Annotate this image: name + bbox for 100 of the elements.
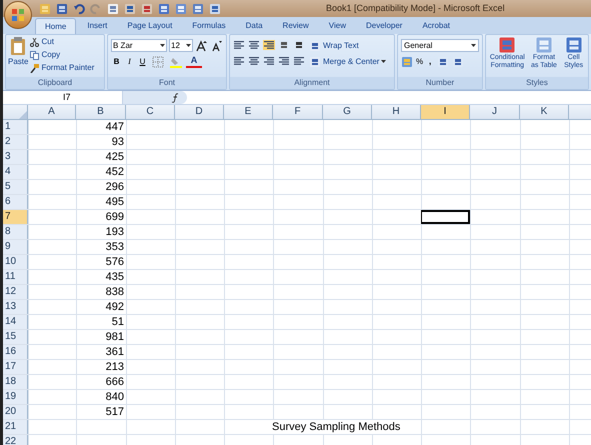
row-header[interactable]: 19: [3, 390, 28, 404]
number-format-dropdown[interactable]: General: [401, 39, 479, 52]
copy-button[interactable]: Copy: [30, 49, 94, 61]
function-icon[interactable]: [171, 92, 181, 102]
row-header[interactable]: 14: [3, 315, 28, 329]
row-header[interactable]: 3: [3, 150, 28, 164]
scissors-icon: [30, 38, 40, 46]
table-cell-text: 838: [104, 285, 125, 299]
column-header[interactable]: K: [520, 105, 569, 119]
row-header[interactable]: 11: [3, 270, 28, 284]
font-name-dropdown[interactable]: B Zar: [111, 39, 167, 52]
row-header[interactable]: 9: [3, 240, 28, 254]
column-header[interactable]: D: [175, 105, 224, 119]
row-header[interactable]: 16: [3, 345, 28, 359]
format-painter-button[interactable]: Format Painter: [30, 62, 94, 74]
table-cell-text: 435: [104, 270, 125, 284]
table-cell-text: 699: [104, 210, 125, 224]
font-size-dropdown[interactable]: 12: [169, 39, 193, 52]
table-cell-text: 447: [104, 120, 125, 134]
table-cell-text: 51: [110, 315, 125, 329]
ribbon-tab[interactable]: Insert: [78, 18, 116, 34]
group-label: Styles: [526, 79, 548, 87]
grow-font-icon[interactable]: [195, 39, 208, 52]
column-header[interactable]: B: [76, 105, 126, 119]
font-color-button[interactable]: A: [186, 55, 202, 68]
caret-icon: [160, 44, 165, 47]
underline-button[interactable]: U: [137, 55, 148, 68]
border-icon[interactable]: [150, 55, 166, 68]
bottom-align-icon[interactable]: [263, 40, 275, 50]
table-cell-text: 452: [104, 165, 125, 179]
table-cell-text: 840: [104, 390, 125, 404]
bold-button[interactable]: B: [111, 55, 122, 68]
group-label: Number: [426, 79, 454, 87]
row-header[interactable]: 18: [3, 375, 28, 389]
caret-icon: [186, 44, 191, 47]
row-header[interactable]: 17: [3, 360, 28, 374]
table-cell: Survey Sampling Methods: [272, 420, 400, 434]
row-header[interactable]: 15: [3, 330, 28, 344]
row-header[interactable]: 7: [3, 210, 28, 224]
row-header[interactable]: 22: [3, 435, 28, 445]
row-header[interactable]: 20: [3, 405, 28, 419]
table-cell-text: 213: [104, 360, 125, 374]
group-label: Font: [158, 79, 175, 87]
table-cell-text: 981: [104, 330, 125, 344]
paste-button[interactable]: Paste: [8, 36, 28, 66]
ribbon-tab[interactable]: Data: [236, 18, 272, 34]
align-left-icon[interactable]: [233, 56, 245, 66]
column-header[interactable]: I: [421, 105, 470, 119]
middle-align-icon[interactable]: [248, 40, 260, 50]
table-cell-text: 666: [104, 375, 125, 389]
align-right-icon[interactable]: [263, 56, 275, 66]
table-cell-text: 517: [104, 405, 125, 419]
triangle-icon: [19, 111, 27, 119]
center-icon[interactable]: [248, 56, 260, 66]
active-cell[interactable]: [421, 210, 470, 224]
clipboard-icon: [9, 36, 28, 56]
ribbon-tab[interactable]: Page Layout: [118, 18, 182, 34]
fill-color-icon[interactable]: [168, 55, 184, 68]
ribbon-tab[interactable]: Formulas: [183, 18, 235, 34]
table-cell-text: 93: [110, 135, 125, 149]
percent-button[interactable]: %: [416, 56, 424, 68]
table-cell-text: 361: [104, 345, 125, 359]
column-header[interactable]: G: [323, 105, 372, 119]
row-header[interactable]: 1: [3, 120, 28, 134]
italic-button[interactable]: I: [124, 55, 135, 68]
row-header[interactable]: 6: [3, 195, 28, 209]
row-header[interactable]: 13: [3, 300, 28, 314]
column-header[interactable]: J: [470, 105, 520, 119]
wrap-text-button[interactable]: Wrap Text: [309, 39, 386, 52]
row-header[interactable]: 8: [3, 225, 28, 239]
top-align-icon[interactable]: [233, 40, 245, 50]
row-header[interactable]: 21: [3, 420, 28, 434]
column-header[interactable]: A: [28, 105, 76, 119]
table-cell-text: 576: [104, 255, 125, 269]
cut-button[interactable]: Cut: [30, 36, 94, 48]
column-header[interactable]: E: [224, 105, 273, 119]
shrink-font-icon[interactable]: [210, 39, 223, 52]
column-header[interactable]: C: [126, 105, 175, 119]
window-title: Book1 [Compatibility Mode] - Microsoft Excel: [326, 2, 505, 15]
merge-center-button[interactable]: Merge & Center: [309, 55, 386, 68]
ribbon-tab[interactable]: View: [320, 18, 355, 34]
paintbrush-icon: [30, 64, 40, 72]
caret-icon: [381, 60, 386, 63]
ribbon-tab[interactable]: Review: [274, 18, 318, 34]
copy-icon: [30, 50, 40, 60]
column-header[interactable]: F: [273, 105, 323, 119]
ribbon-tab[interactable]: Developer: [356, 18, 412, 34]
row-header[interactable]: 10: [3, 255, 28, 269]
ribbon-tab[interactable]: Acrobat: [413, 18, 460, 34]
table-cell-text: 425: [104, 150, 125, 164]
comma-button[interactable]: ,: [426, 56, 434, 68]
ribbon-tab[interactable]: Home: [35, 18, 76, 34]
row-header[interactable]: 2: [3, 135, 28, 149]
caret-icon: [471, 44, 476, 47]
row-header[interactable]: 12: [3, 285, 28, 299]
row-header[interactable]: 4: [3, 165, 28, 179]
group-label: Alignment: [294, 79, 330, 87]
row-header[interactable]: 5: [3, 180, 28, 194]
table-cell-text: 296: [104, 180, 125, 194]
undo-icon[interactable]: [73, 2, 85, 14]
